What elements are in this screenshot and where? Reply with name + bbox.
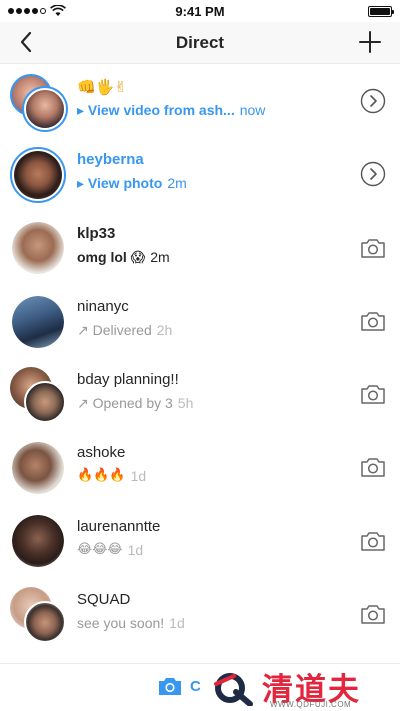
camera-icon [159,678,181,695]
thread-time: 2h [156,321,173,338]
avatar [10,513,66,569]
chevron-circle-right-icon [360,162,386,187]
thread-name: laurenanntte [77,517,161,535]
nav-bar: Direct [0,22,400,64]
thread-item[interactable]: SQUAD see you soon! 1d [0,578,400,651]
thread-name: bday planning!! [77,371,179,389]
thread-name: SQUAD [77,591,131,609]
camera-button[interactable]: C [158,676,201,696]
thread-message: omg lol 😱 [77,248,146,265]
thread-name: 👊🖐✌ [77,78,127,96]
camera-reply-button[interactable] [360,601,386,627]
thread-name: heyberna [77,151,144,169]
thread-item[interactable]: heyberna ▸ View photo 2m [0,138,400,211]
thread-name: ashoke [77,444,126,462]
open-thread-button[interactable] [360,88,386,114]
avatar [10,366,66,423]
wifi-icon [50,5,66,16]
thread-item[interactable]: klp33 omg lol 😱 2m [0,212,400,285]
watermark: 清道夫 WWW.QDFUJI.COM [200,664,392,711]
camera-reply-button[interactable] [360,454,386,480]
watermark-logo-icon [214,673,253,706]
thread-time: 1d [169,615,185,632]
thread-message: ↗ Opened by 3 [77,395,173,412]
camera-icon [361,385,385,404]
chevron-circle-right-icon [360,88,386,114]
thread-item[interactable]: ninanyc ↗ Delivered 2h [0,285,400,358]
watermark-url: WWW.QDFUJI.COM [270,700,352,709]
camera-icon [361,458,385,478]
avatar [10,73,66,130]
thread-list: 👊🖐✌ ▸ View video from ash... now heybern… [0,65,400,651]
thread-item[interactable]: bday planning!! ↗ Opened by 3 5h [0,358,400,431]
thread-name: ninanyc [77,297,129,315]
thread-time: 2m [150,248,170,265]
avatar [10,294,66,350]
thread-time: 2m [167,175,187,192]
camera-icon [361,532,385,551]
battery-icon [368,5,394,17]
thread-time: 5h [177,395,194,412]
thread-item[interactable]: ashoke 🔥🔥🔥 1d [0,431,400,504]
open-thread-button[interactable] [360,161,386,187]
thread-message: ↗ Delivered [77,321,152,338]
thread-item[interactable]: laurenanntte 😂😂😂 1d [0,505,400,578]
camera-reply-button[interactable] [360,381,386,407]
camera-reply-button[interactable] [360,308,386,334]
back-button[interactable] [10,26,42,58]
avatar [10,146,66,203]
thread-time: now [239,102,266,118]
page-title: Direct [175,32,225,52]
camera-reply-button[interactable] [360,235,386,261]
thread-time: 1d [127,541,144,558]
thread-name: klp33 [77,224,116,242]
status-bar: 9:41 PM [0,0,400,22]
camera-icon [361,312,385,331]
new-message-button[interactable] [354,26,386,58]
thread-message: see you soon! [77,615,165,632]
plus-icon [359,31,381,53]
signal-strength-icon [8,8,46,14]
thread-message: 🔥🔥🔥 [77,468,126,484]
thread-time: 1d [130,468,147,485]
thread-message: ▸ View video from ash... [77,102,235,118]
camera-icon [361,605,385,624]
thread-item[interactable]: 👊🖐✌ ▸ View video from ash... now [0,65,400,138]
avatar [10,220,66,276]
camera-reply-button[interactable] [360,528,386,554]
camera-icon [361,238,385,258]
avatar [10,586,66,643]
chevron-left-icon [20,31,32,53]
avatar [10,440,66,496]
signal-wifi-group [8,5,66,17]
thread-message: 😂😂😂 [77,541,123,557]
thread-message: ▸ View photo [77,175,163,192]
